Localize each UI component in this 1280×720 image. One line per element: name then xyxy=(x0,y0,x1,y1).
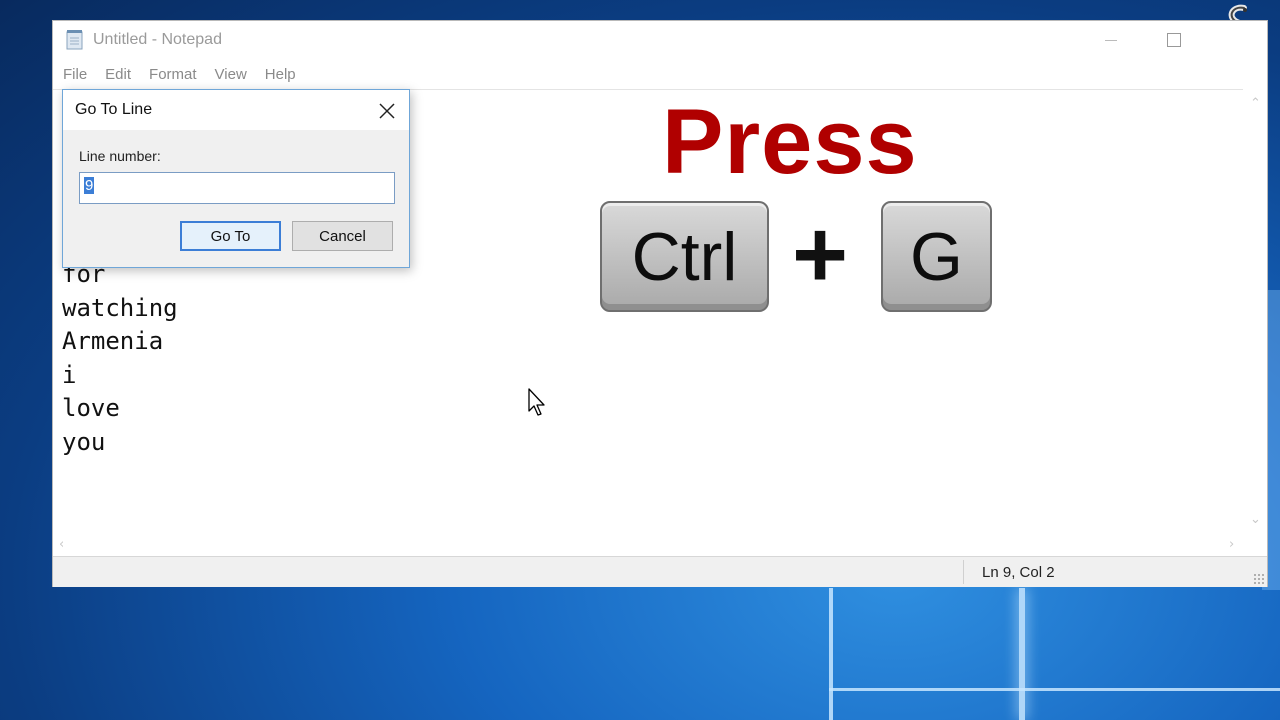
editor-line: Armenia xyxy=(62,327,164,355)
press-caption: Press xyxy=(662,91,918,193)
editor-line: watching xyxy=(62,293,178,322)
go-to-button[interactable]: Go To xyxy=(180,221,281,251)
scroll-left-icon[interactable]: ‹ xyxy=(59,538,64,551)
selected-value: 9 xyxy=(84,177,95,194)
window-title: Untitled - Notepad xyxy=(93,31,222,48)
plus-sign: + xyxy=(792,201,849,308)
editor-line: love xyxy=(62,394,120,422)
dialog-title-bar[interactable]: Go To Line xyxy=(63,90,409,130)
notepad-icon xyxy=(66,30,83,50)
title-bar[interactable]: Untitled - Notepad xyxy=(53,21,1267,61)
cursor-position: Ln 9, Col 2 xyxy=(982,564,1055,581)
maximize-button[interactable] xyxy=(1151,21,1197,59)
scroll-up-icon[interactable]: ⌃ xyxy=(1250,97,1261,110)
minimize-icon xyxy=(1105,39,1117,41)
menu-format[interactable]: Format xyxy=(140,63,206,87)
minimize-button[interactable] xyxy=(1088,21,1134,59)
dialog-title: Go To Line xyxy=(75,101,153,118)
wallpaper-light xyxy=(829,588,833,720)
editor-content: for watching Armenia i love you xyxy=(62,258,178,459)
close-icon[interactable] xyxy=(375,99,399,123)
editor-line: you xyxy=(62,427,106,456)
scroll-right-icon[interactable]: › xyxy=(1229,538,1234,551)
resize-grip-icon[interactable] xyxy=(1253,573,1265,585)
maximize-icon xyxy=(1167,33,1181,47)
menu-file[interactable]: File xyxy=(53,63,96,87)
line-number-label: Line number: xyxy=(79,148,161,164)
horizontal-scrollbar[interactable]: ‹ › xyxy=(53,534,1243,556)
wallpaper-light xyxy=(829,688,1280,691)
scroll-down-icon[interactable]: ⌄ xyxy=(1250,513,1261,526)
menu-bar: File Edit Format View Help xyxy=(53,63,1267,87)
wallpaper-light xyxy=(1019,588,1025,720)
mouse-pointer-icon xyxy=(528,388,545,416)
ctrl-key: Ctrl xyxy=(600,201,769,312)
g-key: G xyxy=(881,201,992,312)
go-to-line-dialog: Go To Line Line number: 9 Go To Cancel xyxy=(62,89,410,268)
menu-view[interactable]: View xyxy=(206,63,256,87)
vertical-scrollbar[interactable]: ⌃ ⌄ xyxy=(1243,89,1267,534)
menu-help[interactable]: Help xyxy=(256,63,305,87)
status-bar: Ln 9, Col 2 xyxy=(53,556,1267,587)
editor-line: i xyxy=(62,360,77,389)
line-number-input[interactable]: 9 xyxy=(79,172,395,204)
status-divider xyxy=(963,560,964,584)
cancel-button[interactable]: Cancel xyxy=(292,221,393,251)
menu-edit[interactable]: Edit xyxy=(96,63,140,87)
